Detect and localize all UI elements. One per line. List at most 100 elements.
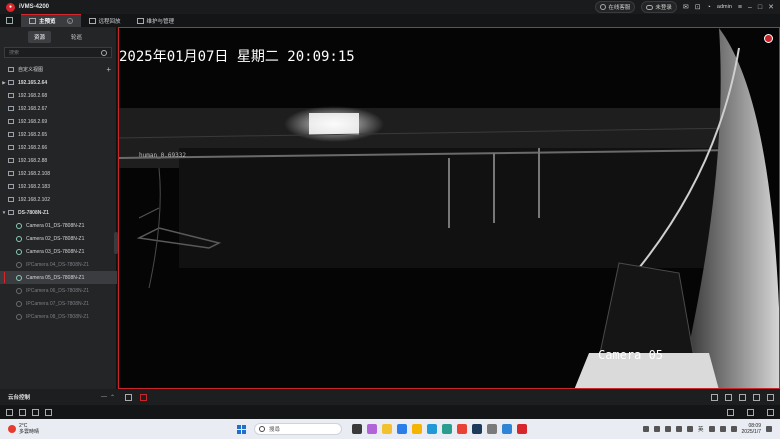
- taskview-icon[interactable]: [352, 424, 363, 434]
- tab-remote-playback[interactable]: 远程回放: [81, 14, 129, 27]
- tree-node[interactable]: 192.168.2.88: [0, 154, 117, 167]
- tray-app-icon[interactable]: [687, 426, 694, 432]
- live-video-view[interactable]: 2025年01月07日 星期二 20:09:15 human_0.69332 C…: [118, 27, 780, 389]
- lr-icon[interactable]: [472, 424, 483, 434]
- login-status-button[interactable]: 未登录: [641, 1, 677, 13]
- layout-icon[interactable]: [725, 393, 732, 401]
- taskbar-search[interactable]: 搜尋: [254, 423, 343, 435]
- camera-node-label: Camera 05_DS-7808N-Z1: [26, 274, 85, 281]
- resource-search-input[interactable]: [9, 49, 99, 56]
- folder-icon: [8, 67, 14, 72]
- tree-node[interactable]: ▶ 192.165.2.64: [0, 76, 117, 89]
- tree-node-label: 192.168.2.65: [18, 131, 48, 138]
- tree-node[interactable]: 192.168.2.183: [0, 180, 117, 193]
- wifi-icon[interactable]: [708, 426, 715, 432]
- minimize-icon[interactable]: –: [748, 4, 752, 11]
- ptz-collapse-icon[interactable]: —: [101, 394, 107, 400]
- event-icon[interactable]: [32, 408, 39, 416]
- tree-node[interactable]: 192.168.2.66: [0, 141, 117, 154]
- add-icon[interactable]: +: [106, 65, 111, 74]
- chrome-icon[interactable]: [412, 424, 423, 434]
- browser-icon[interactable]: [442, 424, 453, 434]
- camera-node-selected[interactable]: Camera 05_DS-7808N-Z1: [0, 271, 117, 284]
- tree-node[interactable]: 192.168.2.65: [0, 128, 117, 141]
- chrome-alt-icon[interactable]: [457, 424, 468, 434]
- maximize-icon[interactable]: □: [758, 4, 762, 11]
- osd-camera-name: Camera 05: [598, 348, 664, 362]
- tree-node[interactable]: 192.168.2.69: [0, 115, 117, 128]
- edge-icon[interactable]: [427, 424, 438, 434]
- username[interactable]: admin: [717, 4, 732, 10]
- headset-icon: [600, 4, 607, 10]
- capture-icon[interactable]: [140, 393, 148, 401]
- camera-node[interactable]: Camera 01_DS-7808N-Z1: [0, 219, 117, 232]
- detection-label: human_0.69332: [139, 152, 186, 159]
- close-icon[interactable]: ✕: [768, 4, 774, 11]
- tree-node[interactable]: 192.168.2.108: [0, 167, 117, 180]
- ivms-taskbar-icon[interactable]: [517, 424, 528, 434]
- delete-icon[interactable]: [19, 408, 26, 416]
- search-icon: [259, 426, 266, 432]
- mail-icon[interactable]: [397, 424, 408, 434]
- start-icon[interactable]: [237, 424, 247, 434]
- tab-maintenance[interactable]: 维护与管理: [129, 14, 183, 27]
- settings-app-icon[interactable]: [487, 424, 498, 434]
- fullscreen-icon[interactable]: [753, 393, 760, 401]
- taskbar-clock[interactable]: 08:09 2025/1/7: [742, 423, 761, 435]
- tray-app-icon[interactable]: [654, 426, 661, 432]
- search-icon[interactable]: [101, 49, 107, 56]
- lock-icon[interactable]: ⊡: [695, 4, 701, 11]
- file-explorer-icon[interactable]: [382, 424, 393, 434]
- weather-text: 多雲時晴: [19, 429, 40, 435]
- tree-node-label: 192.168.2.88: [18, 157, 48, 164]
- flag-icon[interactable]: [711, 393, 718, 401]
- audio-icon[interactable]: [45, 408, 52, 416]
- copilot-icon[interactable]: [367, 424, 378, 434]
- tray-app-icon[interactable]: [676, 426, 683, 432]
- notification-icon[interactable]: [766, 426, 772, 432]
- speaker-icon[interactable]: [719, 426, 726, 432]
- alarm-icon[interactable]: [6, 408, 13, 416]
- custom-view-row[interactable]: 自定义视图 +: [0, 63, 117, 76]
- camera-node-offline[interactable]: IPCamera 07_DS-7808N-Z1: [0, 297, 117, 310]
- pin-icon[interactable]: [727, 408, 734, 416]
- tree-node[interactable]: 192.168.2.68: [0, 89, 117, 102]
- tray-app-icon[interactable]: [665, 426, 672, 432]
- camera-node-offline[interactable]: IPCamera 08_DS-7808N-Z1: [0, 310, 117, 323]
- device-icon: [8, 93, 14, 98]
- input-language[interactable]: 英: [698, 425, 704, 433]
- tree-node-nvr[interactable]: ▼ DS-7808N-Z1: [0, 206, 117, 219]
- message-icon[interactable]: ✉: [683, 4, 689, 11]
- taskbar-apps: [352, 424, 528, 434]
- ptz-expand-icon[interactable]: ⌃: [110, 394, 115, 401]
- online-service-button[interactable]: 在线客服: [595, 1, 636, 13]
- tab-resources[interactable]: 资源: [27, 31, 51, 43]
- ptz-control-label[interactable]: 云台控制: [8, 393, 98, 401]
- camera-node-offline[interactable]: IPCamera 04_DS-7808N-Z1: [0, 258, 117, 271]
- tree-node-label: DS-7808N-Z1: [18, 209, 49, 216]
- tree-node[interactable]: 192.168.2.102: [0, 193, 117, 206]
- settings-icon[interactable]: [767, 393, 774, 401]
- tree-node-label: 192.168.2.108: [18, 170, 50, 177]
- tray-arrow-icon[interactable]: [643, 426, 650, 432]
- weather-widget[interactable]: 2°C 多雲時晴: [8, 423, 39, 435]
- tab-close-icon[interactable]: ×: [66, 18, 73, 24]
- expand-panel-icon[interactable]: [767, 408, 774, 416]
- menu-icon[interactable]: ≡: [738, 4, 742, 11]
- tab-main-view-label: 主预览: [39, 19, 56, 25]
- expand-arrow-icon[interactable]: ▶: [0, 80, 8, 86]
- record-icon[interactable]: [764, 34, 773, 43]
- tab-patrol[interactable]: 轮巡: [65, 31, 88, 43]
- camera-node-offline[interactable]: IPCamera 06_DS-7808N-Z1: [0, 284, 117, 297]
- camera-node[interactable]: Camera 02_DS-7808N-Z1: [0, 232, 117, 245]
- tab-main-view[interactable]: 主预览 ×: [21, 14, 81, 27]
- collapse-arrow-icon[interactable]: ▼: [0, 210, 8, 215]
- tree-node[interactable]: 192.168.2.67: [0, 102, 117, 115]
- window-icon[interactable]: [747, 408, 754, 416]
- chat-icon[interactable]: [502, 424, 513, 434]
- volume-icon[interactable]: [125, 393, 133, 401]
- battery-icon[interactable]: [730, 426, 737, 432]
- window-division-icon[interactable]: [739, 393, 746, 401]
- module-grid-icon[interactable]: [6, 17, 13, 24]
- camera-node[interactable]: Camera 03_DS-7808N-Z1: [0, 245, 117, 258]
